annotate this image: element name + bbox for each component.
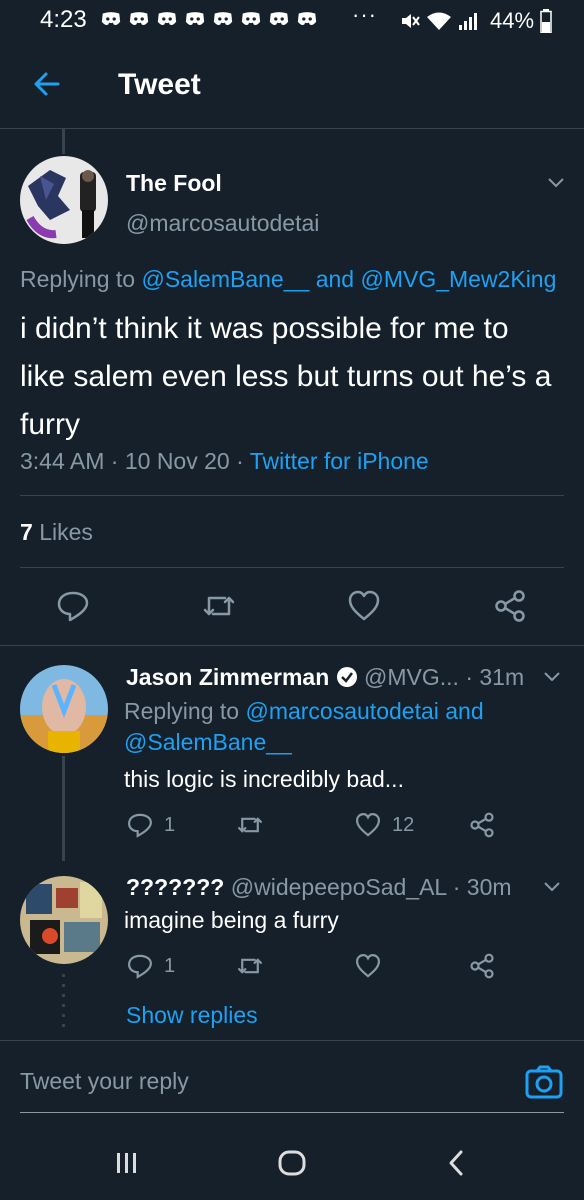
reply-author-handle[interactable]: @MVG...: [364, 664, 459, 690]
retweet-button[interactable]: [236, 811, 264, 839]
share-icon: [470, 953, 494, 979]
author-handle[interactable]: @marcosautodetai: [126, 210, 319, 237]
system-nav-bar: [0, 1120, 584, 1200]
system-icons: 44%: [398, 8, 552, 34]
avatar[interactable]: [20, 665, 108, 753]
notification-icons: [100, 10, 318, 28]
reply-count: 1: [164, 813, 176, 836]
thread-line: [62, 129, 65, 154]
tweet-text: i didn’t think it was possible for me to…: [20, 312, 552, 441]
share-button[interactable]: [468, 952, 496, 980]
like-button[interactable]: [354, 952, 382, 980]
discord-icon: [213, 12, 233, 26]
replying-to: Replying to @marcosautodetai and @SalemB…: [124, 698, 484, 755]
tweet-source[interactable]: Twitter for iPhone: [250, 448, 429, 474]
tweet-date: 10 Nov 20: [124, 448, 230, 474]
share-icon: [470, 812, 494, 838]
divider: [20, 567, 564, 568]
divider: [20, 495, 564, 496]
thread-line: [62, 756, 65, 861]
reply-author-name[interactable]: Jason Zimmerman: [126, 664, 329, 690]
chevron-down-icon[interactable]: [540, 664, 564, 688]
reply-time: · 30m: [452, 874, 512, 900]
retweet-icon: [238, 958, 262, 974]
mention-link[interactable]: @MVG_Mew2King: [360, 266, 556, 292]
header-divider: [0, 128, 584, 129]
mute-icon: [402, 14, 420, 28]
reply-icon: [128, 954, 152, 979]
page-title: Tweet: [118, 68, 201, 101]
like-count: 12: [392, 813, 415, 836]
input-underline: [20, 1112, 564, 1113]
reply-author-handle[interactable]: @widepeepoSad_AL: [231, 874, 447, 900]
like-button[interactable]: 12: [354, 811, 414, 839]
back-icon[interactable]: [444, 1148, 468, 1178]
author-name[interactable]: The Fool: [126, 170, 222, 197]
more-notifications-icon: ···: [352, 2, 377, 27]
share-icon[interactable]: [492, 588, 528, 624]
retweet-icon[interactable]: [201, 588, 237, 624]
back-arrow-icon[interactable]: [26, 64, 66, 104]
reply-header[interactable]: ??????? @widepeepoSad_AL · 30m: [126, 874, 512, 901]
divider: [0, 645, 584, 646]
verified-badge-icon: [336, 667, 357, 687]
reply-text: this logic is incredibly bad...: [124, 766, 404, 792]
retweet-button[interactable]: [236, 952, 264, 980]
tweet-meta: 3:44 AM · 10 Nov 20 · Twitter for iPhone: [20, 448, 429, 474]
reply-header[interactable]: Jason Zimmerman @MVG... · 31m: [126, 664, 524, 691]
divider: [0, 1040, 584, 1041]
home-icon[interactable]: [277, 1148, 307, 1178]
mention-link[interactable]: @SalemBane__: [141, 266, 309, 292]
avatar[interactable]: [20, 156, 108, 244]
like-icon: [356, 813, 380, 837]
reply-input[interactable]: Tweet your reply: [20, 1068, 189, 1095]
like-icon: [356, 954, 380, 978]
reply-count: 1: [164, 954, 176, 977]
share-button[interactable]: [468, 811, 496, 839]
battery-icon: [540, 9, 552, 33]
avatar-image: [20, 876, 108, 964]
status-time: 4:23: [40, 6, 87, 33]
reply-button[interactable]: 1: [126, 952, 175, 980]
chevron-down-icon[interactable]: [540, 874, 564, 898]
reply-author-name[interactable]: ???????: [126, 874, 224, 900]
discord-icon: [185, 12, 205, 26]
discord-icon: [101, 12, 121, 26]
thread-dots: [62, 974, 65, 1028]
discord-icon: [157, 12, 177, 26]
avatar-image: [20, 665, 108, 753]
avatar[interactable]: [20, 876, 108, 964]
discord-icon: [241, 12, 261, 26]
camera-icon[interactable]: [524, 1064, 564, 1100]
retweet-icon: [238, 817, 262, 833]
avatar-image: [20, 156, 108, 244]
show-replies-link[interactable]: Show replies: [126, 1002, 258, 1029]
discord-icon: [129, 12, 149, 26]
status-bar: 4:23 ··· 44%: [0, 0, 584, 44]
reply-icon: [128, 813, 152, 838]
recent-apps-icon[interactable]: [114, 1150, 140, 1176]
chevron-down-icon[interactable]: [544, 170, 568, 194]
signal-icon: [459, 13, 477, 30]
reply-icon[interactable]: [55, 588, 91, 624]
reply-text: imagine being a furry: [124, 907, 339, 933]
mention-link[interactable]: @marcosautodetai: [245, 698, 438, 724]
discord-icon: [269, 12, 289, 26]
battery-percent: 44%: [490, 8, 535, 33]
discord-icon: [297, 12, 317, 26]
tweet-time: 3:44 AM: [20, 448, 105, 474]
replying-to: Replying to @SalemBane__ and @MVG_Mew2Ki…: [20, 266, 557, 292]
reply-time: · 31m: [465, 664, 525, 690]
likes-count[interactable]: 7 Likes: [20, 519, 93, 546]
reply-button[interactable]: 1: [126, 811, 175, 839]
like-icon[interactable]: [346, 588, 382, 624]
mention-link[interactable]: @SalemBane__: [124, 729, 292, 755]
wifi-icon: [427, 12, 451, 30]
